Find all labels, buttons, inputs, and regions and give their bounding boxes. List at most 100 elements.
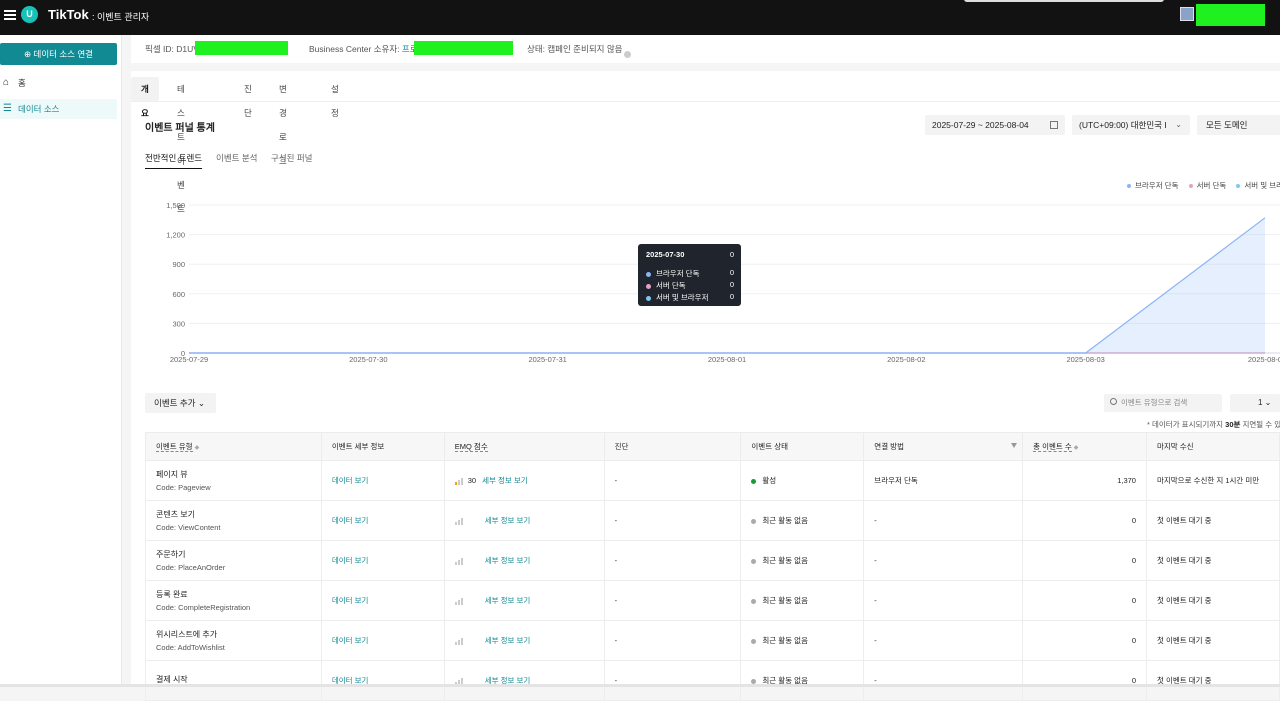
table-row[interactable]: 등록 완료 Code: CompleteRegistration 데이터 보기 세부 … [145,580,1280,621]
status-text: 최근 활동 없음 [762,636,808,645]
tab-test-events[interactable]: 테스트 이벤트 [167,77,195,214]
tooltip-label: 서버 및 브라우저 [656,293,709,302]
main-content: 픽셀 ID: D1UV Business Center 소유자: 프로 상태: … [131,35,1280,701]
view-data-link[interactable]: 데이터 보기 [332,476,369,485]
event-name: 페이지 뷰 [156,470,188,479]
last-received-cell: 첫 이벤트 대기 중 [1146,620,1280,661]
total-events-cell: 0 [1022,660,1147,701]
legend-item[interactable]: 서버 및 브라우저 [1236,180,1280,191]
sidebar-item-home[interactable]: ⌂ 홈 [0,73,117,93]
column-header[interactable]: 총 이벤트 수 ◆ [1022,432,1147,461]
subtab-overall-trend[interactable]: 전반적인 트렌드 [145,152,203,169]
event-type-cell: 주문하기 Code: PlaceAnOrder [145,540,322,581]
table-row[interactable]: 결제 시작 데이터 보기 세부 정보 보기 - 최근 활동 없음 -0 첫 이벤트 대기 중 [145,660,1280,701]
view-details-link[interactable]: 세부 정보 보기 [482,476,528,485]
brand-logo: TikTok [48,7,89,22]
date-range-picker[interactable]: 2025-07-29 ~ 2025-08-04 [925,115,1065,135]
view-data-link[interactable]: 데이터 보기 [332,596,369,605]
sidebar-item-data-source[interactable]: ☰ 데이터 소스 [0,99,117,119]
bc-owner-label: Business Center 소유자: 프로 [309,43,418,55]
status-cell: 최근 활동 없음 [740,580,865,621]
view-details-link[interactable]: 세부 정보 보기 [485,636,531,645]
sort-icon[interactable]: ◆ [195,445,200,451]
emq-cell: 세부 정보 보기 [444,620,605,661]
column-header[interactable]: 이벤트 유형 ◆ [145,432,322,461]
top-bar: U TikTok : 이벤트 관리자 [0,0,1280,35]
status-cell: 최근 활동 없음 [740,660,865,701]
view-data-link[interactable]: 데이터 보기 [332,556,369,565]
view-details-link[interactable]: 세부 정보 보기 [485,516,531,525]
section-title: 이벤트 퍼널 통계 [145,123,215,134]
event-name: 주문하기 [156,550,186,559]
event-search-input[interactable]: 이벤트 유형으로 검색 [1104,394,1222,412]
signal-icon [454,597,464,605]
table-row[interactable]: 주문하기 Code: PlaceAnOrder 데이터 보기 세부 정보 보기 - 최근 … [145,540,1280,581]
connect-data-source-button[interactable]: ⊕ 데이터 소스 연결 [0,43,117,65]
view-details-link[interactable]: 세부 정보 보기 [485,596,531,605]
tab-overview[interactable]: 개요 [131,77,159,118]
tab-change-log[interactable]: 변경 로그 [269,77,297,166]
x-tick-label: 2025-07-31 [528,355,566,364]
status-cell: 활성 [740,460,865,501]
last-received-cell: 마지막으로 수신한 지 1시간 미만 [1146,460,1280,501]
account-logo-icon[interactable]: U [21,6,38,23]
tab-settings[interactable]: 설정 [321,77,349,118]
view-details-link[interactable]: 세부 정보 보기 [485,556,531,565]
filter-icon[interactable] [1011,443,1018,448]
subtab-configured-funnel[interactable]: 구성된 퍼널 [271,152,312,164]
redacted-bc-owner [414,41,513,55]
home-icon: ⌂ [3,77,10,88]
legend-label: 브라우저 단독 [1135,181,1179,190]
event-code: Code: CompleteRegistration [156,603,251,612]
signal-icon [454,557,464,565]
view-data-link[interactable]: 데이터 보기 [332,636,369,645]
event-details-cell: 데이터 보기 [321,620,445,661]
method-cell: - [863,500,1024,541]
status-text: 최근 활동 없음 [762,516,808,525]
x-tick-label: 2025-08-02 [887,355,925,364]
column-header: 마지막 수신 [1145,432,1280,461]
legend-item[interactable]: 브라우저 단독 [1127,180,1178,191]
avatar[interactable] [1180,7,1194,21]
column-label: 마지막 수신 [1156,442,1194,451]
status-text: 활성 [762,476,777,485]
sidebar: ⊕ 데이터 소스 연결 ⌂ 홈 ☰ 데이터 소스 [0,35,122,687]
status-dot [751,518,757,524]
sort-icon[interactable]: ◆ [1074,445,1079,451]
top-search-input[interactable] [964,0,1164,2]
column-label: 진단 [614,442,629,451]
info-icon[interactable] [624,51,632,58]
add-event-button[interactable]: 이벤트 추가 ⌄ [145,393,216,413]
subtab-event-analysis[interactable]: 이벤트 분석 [216,152,257,164]
total-events-cell: 0 [1022,500,1147,541]
redacted-pixel-id [195,41,288,55]
legend-item[interactable]: 서버 단독 [1188,180,1226,191]
event-code: Code: AddToWishlist [156,643,225,652]
column-header[interactable]: 연결 방법 [863,432,1024,461]
table-row[interactable]: 페이지 뷰 Code: Pageview 데이터 보기 30 세부 정보 보기 - 활성 브라… [145,460,1280,501]
diagnostics-cell: - [604,540,742,581]
tab-diagnostics[interactable]: 진단 [234,77,262,118]
pixel-id-label: 픽셀 ID: D1UV [145,44,199,54]
status-label: 상태: 캠페인 준비되지 않음 [527,43,632,58]
table-row[interactable]: 위시리스트에 추가 Code: AddToWishlist 데이터 보기 세부 정보 … [145,620,1280,661]
legend-dot [1236,184,1241,189]
event-type-cell: 결제 시작 [145,660,322,701]
timezone-select[interactable]: (UTC+09:00) 대한민국 I ⌄ [1072,115,1190,135]
event-details-cell: 데이터 보기 [321,580,445,621]
page-select[interactable]: 1 ⌄ [1230,394,1280,412]
menu-icon[interactable] [4,10,16,20]
table-row[interactable]: 콘텐츠 보기 Code: ViewContent 데이터 보기 세부 정보 보기 - 최근… [145,500,1280,541]
app-title: : 이벤트 관리자 [92,12,150,22]
view-data-link[interactable]: 데이터 보기 [332,516,369,525]
event-code: Code: Pageview [156,483,211,492]
domain-select[interactable]: 모든 도메인 [1197,115,1280,135]
tooltip-total: 0 [729,250,734,259]
legend-dot [1127,184,1131,189]
calendar-icon [1050,121,1058,129]
method-cell: - [863,540,1024,581]
status-text: 최근 활동 없음 [762,556,808,565]
x-tick-label: 2025-08-03 [1066,355,1104,364]
event-details-cell: 데이터 보기 [321,540,445,581]
total-events-cell: 0 [1022,540,1147,581]
